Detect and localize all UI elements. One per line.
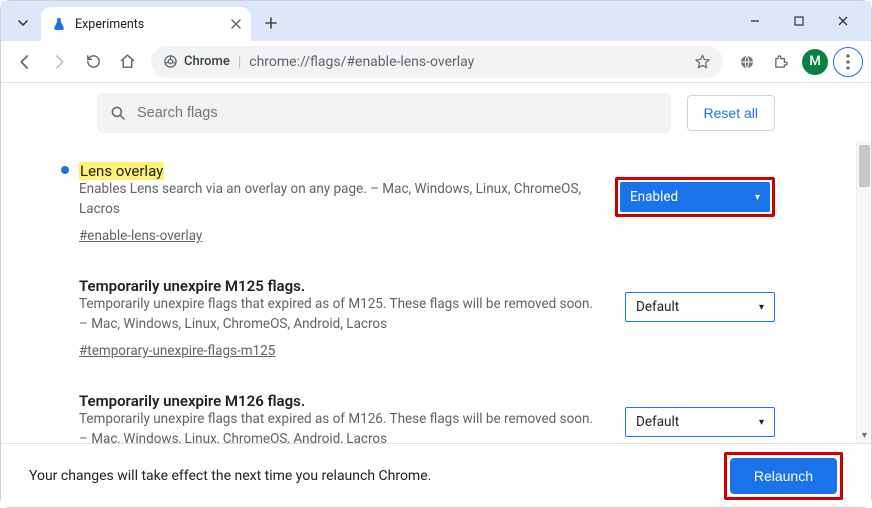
maximize-button[interactable] xyxy=(777,6,821,36)
search-icon xyxy=(109,104,127,122)
relaunch-highlight-frame: Relaunch xyxy=(724,452,843,500)
vertical-scrollbar[interactable]: ▲ ▼ xyxy=(856,141,871,443)
browser-titlebar: Experiments xyxy=(1,1,871,41)
globe-extension-icon[interactable] xyxy=(731,46,763,78)
flag-title: Temporarily unexpire M126 flags. xyxy=(79,392,305,410)
flag-anchor-link[interactable]: #temporary-unexpire-flags-m125 xyxy=(79,343,275,359)
reset-all-button[interactable]: Reset all xyxy=(687,95,775,131)
flag-item: Temporarily unexpire M126 flags.Temporar… xyxy=(61,377,775,443)
scroll-down-arrow[interactable]: ▼ xyxy=(857,428,871,443)
search-flags-field[interactable] xyxy=(97,93,671,133)
flags-list: Lens overlayEnables Lens search via an o… xyxy=(1,141,871,443)
tab-search-button[interactable] xyxy=(9,9,37,37)
relaunch-message: Your changes will take effect the next t… xyxy=(29,468,724,484)
new-tab-button[interactable] xyxy=(257,9,285,37)
chevron-down-icon: ▾ xyxy=(759,417,764,428)
close-window-button[interactable] xyxy=(821,6,865,36)
extensions-puzzle-icon[interactable] xyxy=(765,46,797,78)
flag-item: Lens overlayEnables Lens search via an o… xyxy=(61,147,775,262)
flag-state-value: Enabled xyxy=(630,189,678,205)
site-chip-label: Chrome xyxy=(184,54,230,69)
window-controls xyxy=(733,1,865,41)
profile-avatar[interactable]: M xyxy=(799,46,831,78)
flag-state-select[interactable]: Default ▾ xyxy=(625,407,775,437)
home-button[interactable] xyxy=(111,46,143,78)
flag-state-select[interactable]: Default ▾ xyxy=(625,292,775,322)
flag-state-value: Default xyxy=(636,299,679,315)
bookmark-star-icon[interactable] xyxy=(694,53,711,70)
browser-tab-active[interactable]: Experiments xyxy=(41,7,251,41)
chrome-icon xyxy=(163,54,178,69)
select-highlight-frame: Enabled ▾ xyxy=(615,177,775,217)
flag-title: Temporarily unexpire M125 flags. xyxy=(79,277,305,295)
flag-state-select[interactable]: Enabled ▾ xyxy=(620,182,770,212)
browser-toolbar: Chrome | chrome://flags/#enable-lens-ove… xyxy=(1,41,871,83)
flag-title: Lens overlay xyxy=(79,161,591,180)
chevron-down-icon: ▾ xyxy=(759,302,764,313)
chevron-down-icon: ▾ xyxy=(755,192,760,203)
site-chip: Chrome xyxy=(163,54,230,69)
flags-header: Reset all xyxy=(1,83,871,141)
relaunch-button[interactable]: Relaunch xyxy=(730,458,837,494)
modified-dot-icon xyxy=(61,166,69,174)
avatar-letter: M xyxy=(809,54,820,69)
chrome-menu-button[interactable] xyxy=(833,47,863,77)
flag-anchor-link[interactable]: #enable-lens-overlay xyxy=(79,228,202,244)
flag-description: Enables Lens search via an overlay on an… xyxy=(79,180,591,219)
forward-button[interactable] xyxy=(43,46,75,78)
search-input[interactable] xyxy=(137,105,659,121)
reload-button[interactable] xyxy=(77,46,109,78)
flag-description: Temporarily unexpire flags that expired … xyxy=(79,295,601,334)
flag-description: Temporarily unexpire flags that expired … xyxy=(79,410,601,443)
flag-item: Temporarily unexpire M125 flags.Temporar… xyxy=(61,262,775,377)
flask-icon xyxy=(51,16,67,32)
url-text: chrome://flags/#enable-lens-overlay xyxy=(249,54,686,70)
relaunch-bar: Your changes will take effect the next t… xyxy=(1,443,871,507)
minimize-button[interactable] xyxy=(733,6,777,36)
back-button[interactable] xyxy=(9,46,41,78)
flags-page: Reset all Lens overlayEnables Lens searc… xyxy=(1,83,871,507)
close-tab-button[interactable] xyxy=(231,19,241,29)
address-bar[interactable]: Chrome | chrome://flags/#enable-lens-ove… xyxy=(151,46,723,78)
flag-state-value: Default xyxy=(636,414,679,430)
scroll-thumb[interactable] xyxy=(859,145,870,187)
tab-title: Experiments xyxy=(75,17,144,32)
